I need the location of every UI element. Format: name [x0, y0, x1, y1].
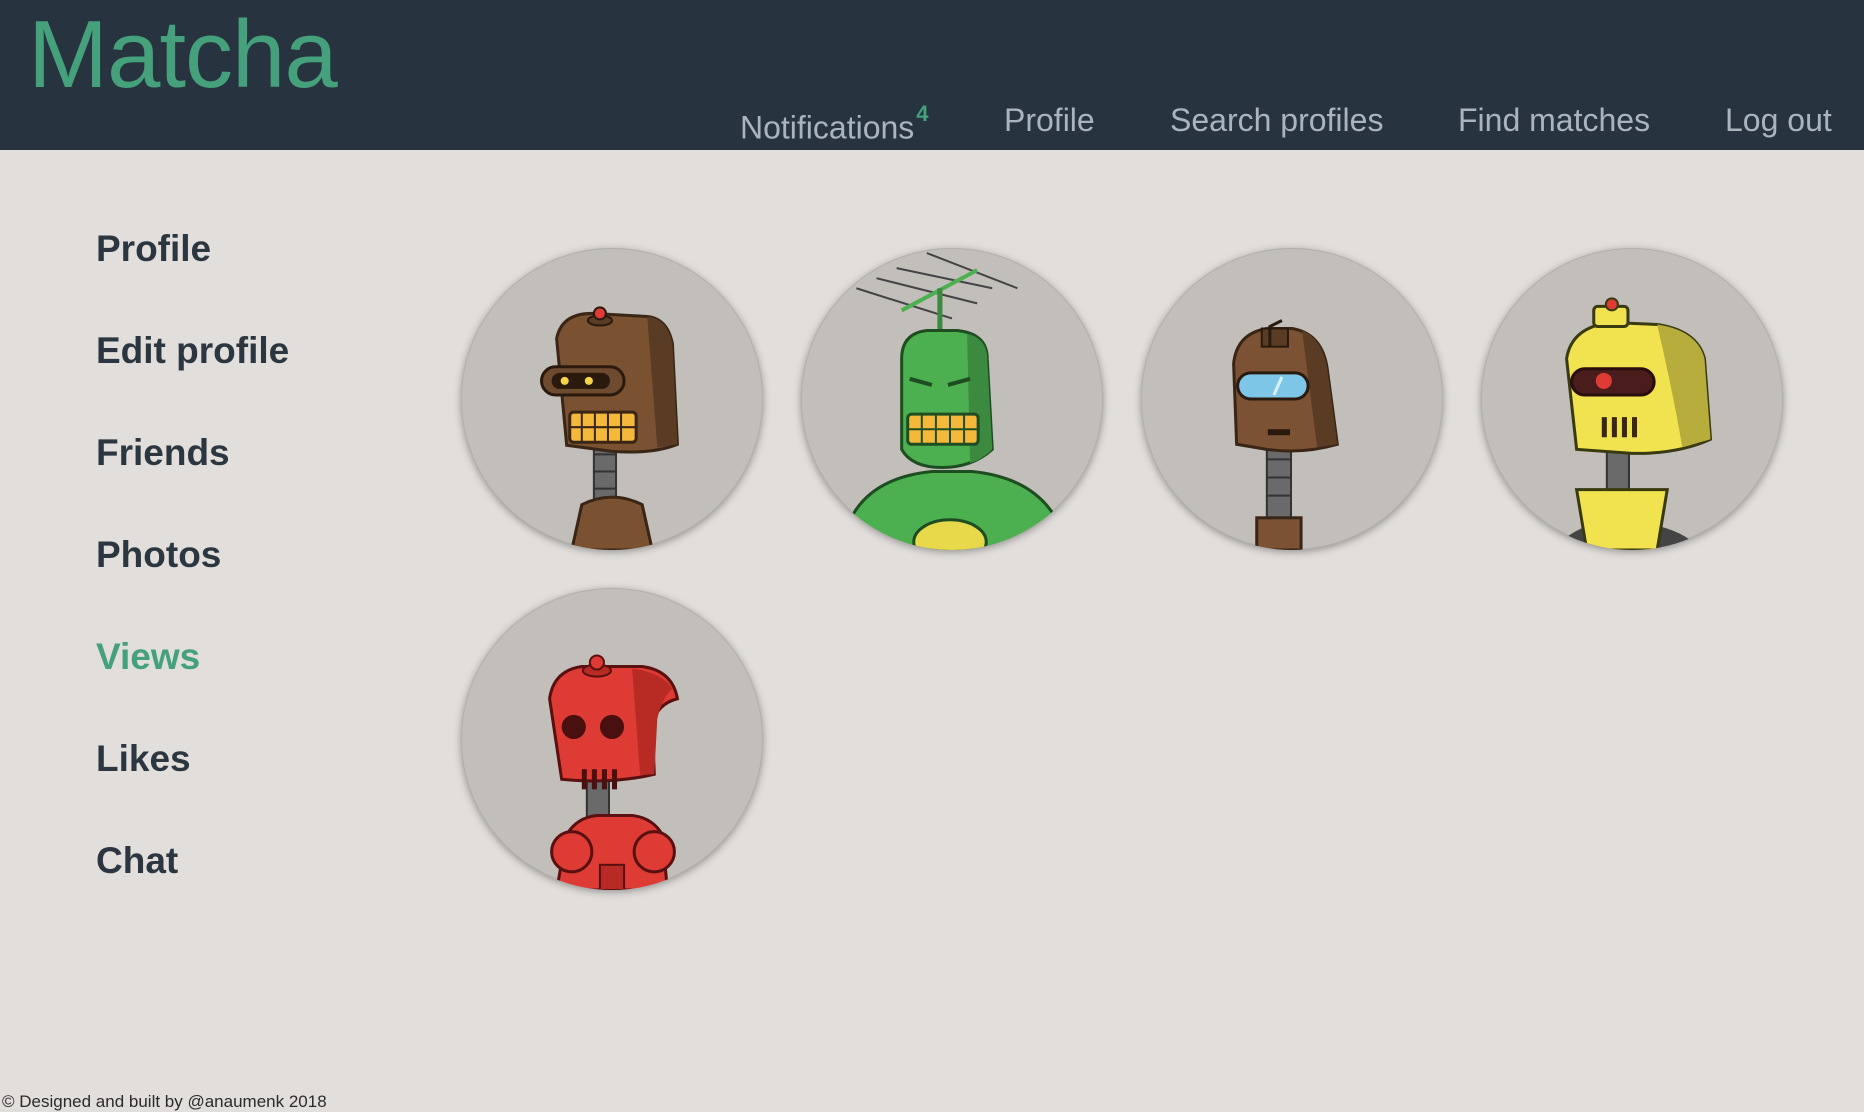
viewer-avatar[interactable]: [1141, 248, 1443, 550]
notifications-count-badge: 4: [916, 101, 929, 126]
sidebar-item-views[interactable]: Views: [96, 636, 200, 678]
viewer-avatar[interactable]: [461, 588, 763, 890]
nav-notifications-label: Notifications: [740, 109, 915, 146]
sidebar-item-friends[interactable]: Friends: [96, 432, 230, 474]
sidebar-item-photos[interactable]: Photos: [96, 534, 221, 576]
yellow-robot-avatar-icon: [1551, 297, 1713, 550]
sidebar-item-edit-profile[interactable]: Edit profile: [96, 330, 289, 372]
nav-profile[interactable]: Profile: [1004, 100, 1095, 140]
sidebar-item-chat[interactable]: Chat: [96, 840, 178, 882]
brown-robot-visor-avatar-icon: [1232, 319, 1339, 550]
page-footer: © Designed and built by @anaumenk 2018: [2, 1092, 327, 1111]
brown-robot-avatar-icon: [540, 306, 679, 550]
brand-logo[interactable]: Matcha: [28, 2, 338, 108]
green-robot-antenna-avatar-icon: [839, 252, 1070, 550]
viewer-avatar[interactable]: [461, 248, 763, 550]
viewer-avatar[interactable]: [801, 248, 1103, 550]
sidebar-item-profile[interactable]: Profile: [96, 228, 211, 270]
nav-find-matches[interactable]: Find matches: [1458, 100, 1650, 140]
main-nav: Notifications4 Profile Search profiles F…: [0, 100, 1864, 146]
sidebar-item-likes[interactable]: Likes: [96, 738, 191, 780]
top-navbar: Matcha Notifications4 Profile Search pro…: [0, 0, 1864, 150]
viewer-avatar[interactable]: [1481, 248, 1783, 550]
nav-search-profiles[interactable]: Search profiles: [1170, 100, 1383, 140]
nav-log-out[interactable]: Log out: [1725, 100, 1832, 140]
red-robot-avatar-icon: [548, 654, 680, 890]
nav-notifications[interactable]: Notifications4: [740, 100, 929, 148]
